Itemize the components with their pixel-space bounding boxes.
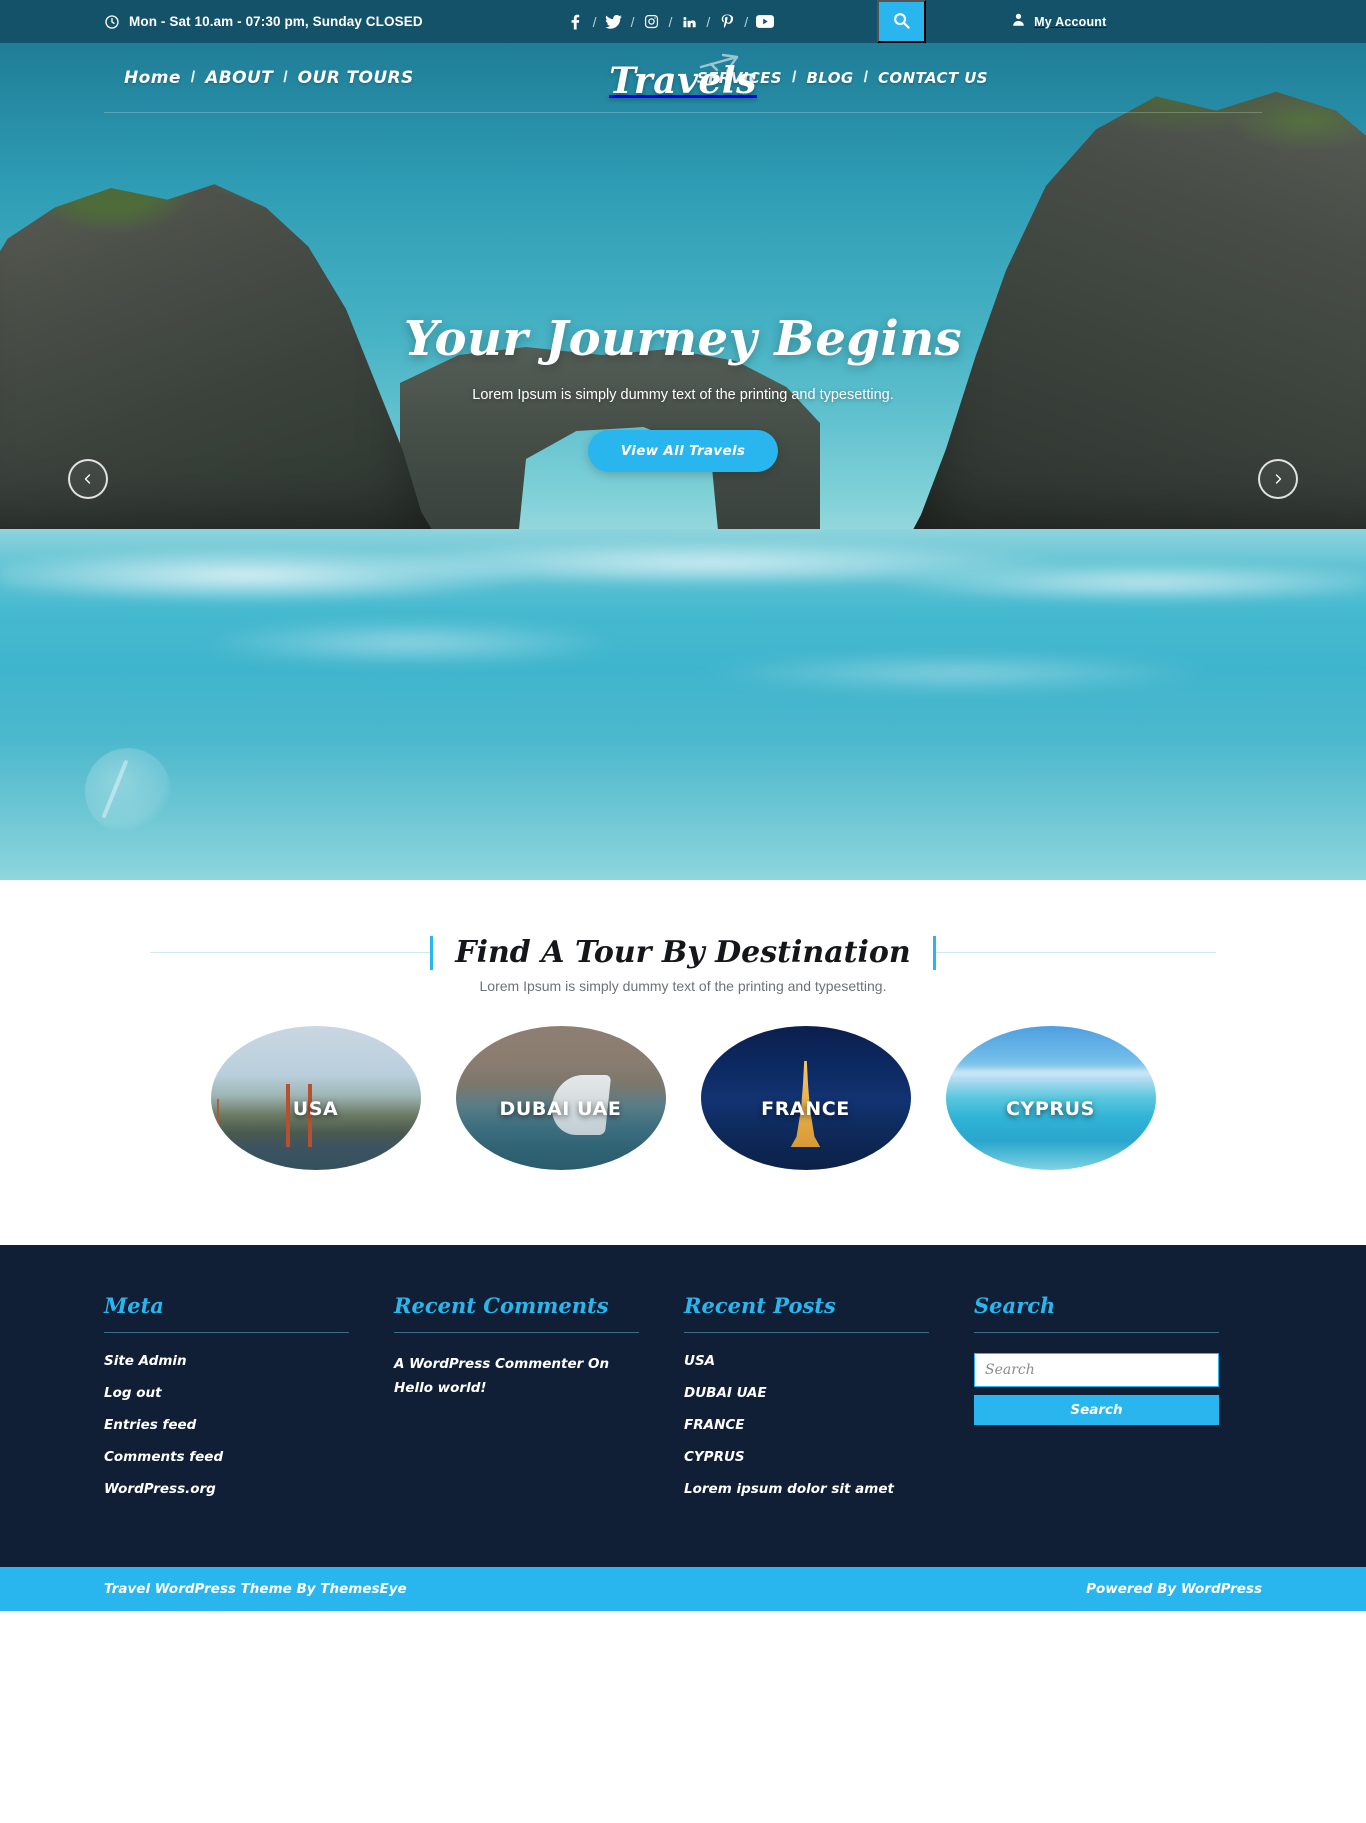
- bottom-bar-powered-by: Powered By WordPress: [1086, 1581, 1262, 1597]
- my-account-link[interactable]: My Account: [1011, 12, 1106, 32]
- section-heading: Find A Tour By Destination: [0, 935, 1366, 970]
- footer-widget-title: Search: [974, 1293, 1056, 1318]
- destinations-section: Find A Tour By Destination Lorem Ipsum i…: [0, 880, 1366, 1245]
- footer-widget-meta: Meta Site Admin Log out Entries feed Com…: [104, 1293, 349, 1513]
- section-subtitle: Lorem Ipsum is simply dummy text of the …: [479, 978, 887, 994]
- destination-card-usa[interactable]: USA: [210, 1026, 421, 1170]
- destination-label: CYPRUS: [1006, 1098, 1095, 1120]
- nav-right-items: SERVICES / BLOG / CONTACT US: [697, 69, 988, 87]
- footer-post-lorem-ipsum[interactable]: Lorem ipsum dolor sit amet: [684, 1481, 929, 1497]
- nav-separator: /: [190, 69, 196, 86]
- nav-left-items: Home / ABOUT / OUR TOURS: [124, 68, 414, 88]
- destination-label: FRANCE: [761, 1098, 850, 1120]
- nav-separator: /: [791, 69, 797, 86]
- nav-item-about[interactable]: ABOUT: [205, 68, 273, 88]
- footer-link-log-out[interactable]: Log out: [104, 1385, 349, 1401]
- bottom-bar: Travel WordPress Theme By ThemesEye Powe…: [0, 1567, 1366, 1611]
- my-account-label: My Account: [1034, 14, 1107, 29]
- clock-icon: [104, 14, 120, 30]
- nav-item-our-tours[interactable]: OUR TOURS: [298, 68, 414, 88]
- footer-post-usa[interactable]: USA: [684, 1353, 929, 1369]
- footer-link-wordpress-org[interactable]: WordPress.org: [104, 1481, 349, 1497]
- opening-hours: Mon - Sat 10.am - 07:30 pm, Sunday CLOSE…: [104, 14, 423, 30]
- page-root: Mon - Sat 10.am - 07:30 pm, Sunday CLOSE…: [0, 0, 1366, 1611]
- destination-label: DUBAI UAE: [499, 1098, 622, 1120]
- linkedin-icon[interactable]: [678, 15, 700, 29]
- instagram-icon[interactable]: [640, 14, 662, 29]
- nav-item-services[interactable]: SERVICES: [697, 69, 782, 87]
- hero-title: Your Journey Begins: [403, 311, 963, 367]
- destinations-list: USA DUBAI UAE FRANCE CYPRUS: [0, 1026, 1366, 1170]
- twitter-icon[interactable]: [603, 14, 625, 29]
- footer-title-rule: [684, 1332, 929, 1333]
- footer-title-rule: [974, 1332, 1219, 1333]
- hero-subtitle: Lorem Ipsum is simply dummy text of the …: [472, 387, 894, 403]
- social-separator: /: [706, 13, 711, 30]
- pinterest-icon[interactable]: [716, 14, 738, 30]
- footer-link-site-admin[interactable]: Site Admin: [104, 1353, 349, 1369]
- chevron-right-icon: [1272, 473, 1284, 485]
- footer-widget-title: Recent Posts: [684, 1293, 836, 1318]
- footer: Meta Site Admin Log out Entries feed Com…: [0, 1245, 1366, 1567]
- recent-comment-item[interactable]: A WordPress Commenter On Hello world!: [394, 1353, 639, 1400]
- nav-item-home[interactable]: Home: [124, 68, 181, 88]
- destination-card-france[interactable]: FRANCE: [700, 1026, 911, 1170]
- social-separator: /: [592, 13, 597, 30]
- footer-widget-title: Recent Comments: [394, 1293, 609, 1318]
- hero-content: Your Journey Begins Lorem Ipsum is simpl…: [0, 311, 1366, 472]
- chevron-left-icon: [82, 473, 94, 485]
- footer-widget-search: Search Search: [974, 1293, 1219, 1513]
- search-icon: [893, 12, 910, 32]
- nav-divider: [104, 112, 1262, 113]
- heading-rule-left: [150, 952, 431, 953]
- top-bar: Mon - Sat 10.am - 07:30 pm, Sunday CLOSE…: [0, 0, 1366, 43]
- hero-slider: Home / ABOUT / OUR TOURS SERVICES / BLOG…: [0, 43, 1366, 880]
- destination-card-dubai-uae[interactable]: DUBAI UAE: [455, 1026, 666, 1170]
- footer-link-comments-feed[interactable]: Comments feed: [104, 1449, 349, 1465]
- top-search-button[interactable]: [877, 0, 927, 43]
- footer-post-france[interactable]: FRANCE: [684, 1417, 929, 1433]
- user-icon: [1011, 12, 1026, 32]
- slider-next-button[interactable]: [1258, 459, 1298, 499]
- footer-title-rule: [394, 1332, 639, 1333]
- youtube-icon[interactable]: [754, 15, 776, 28]
- bottom-bar-credit: Travel WordPress Theme By ThemesEye: [104, 1581, 407, 1597]
- footer-post-cyprus[interactable]: CYPRUS: [684, 1449, 929, 1465]
- footer-widget-recent-comments: Recent Comments A WordPress Commenter On…: [394, 1293, 639, 1513]
- footer-search-input[interactable]: [974, 1353, 1219, 1387]
- nav-separator: /: [863, 69, 869, 86]
- social-separator: /: [668, 13, 673, 30]
- footer-widget-title: Meta: [104, 1293, 164, 1318]
- opening-hours-text: Mon - Sat 10.am - 07:30 pm, Sunday CLOSE…: [129, 14, 423, 29]
- social-separator: /: [744, 13, 749, 30]
- nav-item-blog[interactable]: BLOG: [806, 69, 853, 87]
- social-links: / / / / /: [565, 14, 776, 30]
- footer-search-button[interactable]: Search: [974, 1395, 1219, 1425]
- nav-item-contact-us[interactable]: CONTACT US: [878, 69, 988, 87]
- section-title: Find A Tour By Destination: [455, 935, 911, 970]
- footer-post-dubai-uae[interactable]: DUBAI UAE: [684, 1385, 929, 1401]
- social-separator: /: [630, 13, 635, 30]
- facebook-icon[interactable]: [565, 14, 587, 30]
- nav-separator: /: [283, 69, 288, 86]
- destination-card-cyprus[interactable]: CYPRUS: [945, 1026, 1156, 1170]
- footer-title-rule: [104, 1332, 349, 1333]
- footer-widget-recent-posts: Recent Posts USA DUBAI UAE FRANCE CYPRUS…: [684, 1293, 929, 1513]
- main-navigation: Home / ABOUT / OUR TOURS SERVICES / BLOG…: [0, 43, 1366, 113]
- heading-rule-right: [935, 952, 1216, 953]
- slider-prev-button[interactable]: [68, 459, 108, 499]
- view-all-travels-button[interactable]: View All Travels: [587, 430, 779, 472]
- destination-label: USA: [292, 1098, 339, 1120]
- lens-flare: [85, 748, 171, 834]
- footer-link-entries-feed[interactable]: Entries feed: [104, 1417, 349, 1433]
